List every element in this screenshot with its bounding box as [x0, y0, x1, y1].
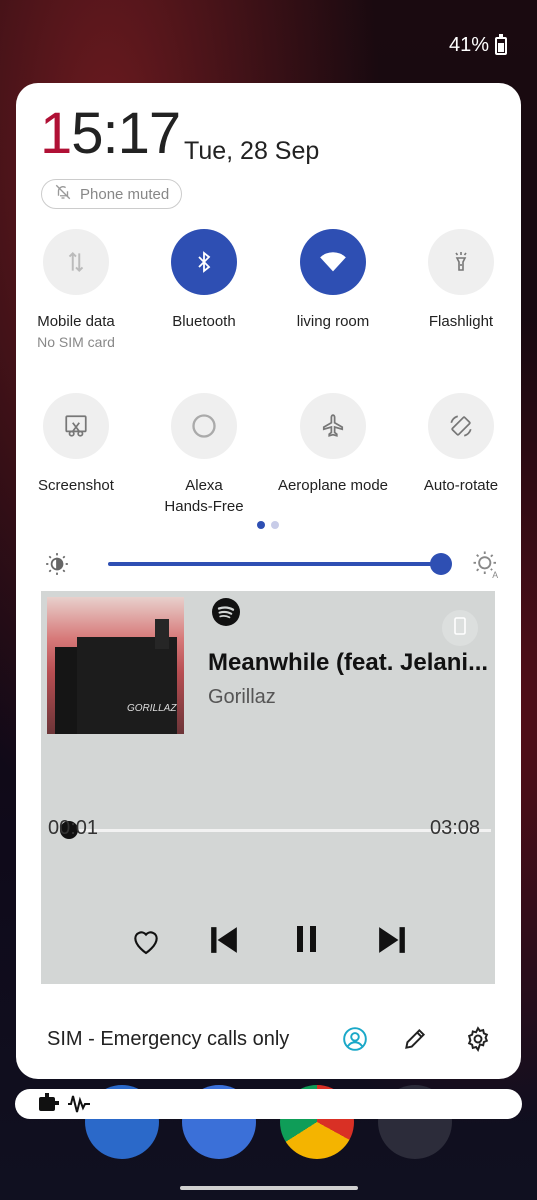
tile-auto-rotate[interactable]: Auto-rotate — [401, 393, 521, 496]
tile-wifi[interactable]: living room — [273, 229, 393, 332]
track-artist: Gorillaz — [208, 686, 276, 708]
alexa-icon — [171, 393, 237, 459]
date-label[interactable]: Tue, 28 Sep — [184, 137, 319, 166]
tile-screenshot[interactable]: Screenshot — [16, 393, 136, 496]
clock-first-digit: 1 — [40, 101, 72, 166]
flashlight-icon — [428, 229, 494, 295]
tile-label: Screenshot — [38, 477, 114, 494]
previous-track-icon[interactable] — [211, 925, 237, 960]
tile-bluetooth[interactable]: Bluetooth — [144, 229, 264, 332]
tile-mobile-data[interactable]: Mobile data No SIM card — [16, 229, 136, 352]
user-account-icon[interactable] — [342, 1026, 368, 1057]
edit-pencil-icon[interactable] — [402, 1026, 428, 1057]
settings-gear-icon[interactable] — [465, 1026, 491, 1057]
media-player-card[interactable]: GORILLAZ Meanwhile (feat. Jelani... Gori… — [41, 591, 495, 984]
pause-icon[interactable] — [296, 925, 318, 958]
clock-rest: 5:17 — [71, 101, 181, 166]
spotify-icon — [212, 598, 240, 631]
tile-label: Bluetooth — [172, 313, 236, 330]
waveform-icon — [67, 1093, 91, 1120]
wifi-icon — [300, 229, 366, 295]
track-title: Meanwhile (feat. Jelani... — [208, 649, 489, 676]
tile-sublabel: No SIM card — [37, 334, 115, 350]
ringer-status-chip[interactable]: Phone muted — [41, 179, 183, 209]
brightness-low-icon — [44, 551, 70, 582]
page-dot-active[interactable] — [257, 521, 265, 529]
plugin-icon — [37, 1091, 61, 1120]
tile-aeroplane-mode[interactable]: Aeroplane mode — [273, 393, 393, 496]
album-art: GORILLAZ — [47, 597, 184, 734]
status-bar: 41% — [448, 33, 507, 57]
quick-settings-panel: 15:17 Tue, 28 Sep Phone muted Mobile dat… — [16, 83, 521, 1079]
tile-label: Mobile data — [37, 313, 115, 330]
next-track-icon[interactable] — [379, 925, 405, 960]
bell-off-icon — [54, 183, 72, 205]
ringer-status-text: Phone muted — [80, 185, 170, 203]
page-indicator — [257, 521, 279, 529]
clock[interactable]: 15:17 — [40, 105, 181, 163]
page-dot[interactable] — [271, 521, 279, 529]
svg-text:A: A — [492, 570, 498, 579]
auto-brightness-icon[interactable]: A — [471, 549, 501, 584]
output-device-button[interactable] — [442, 610, 478, 646]
mobile-data-icon — [43, 229, 109, 295]
airplane-icon — [300, 393, 366, 459]
phone-output-icon — [453, 616, 467, 640]
brightness-slider-track[interactable] — [108, 562, 442, 566]
album-art-logo: GORILLAZ — [127, 703, 177, 714]
heart-icon[interactable] — [129, 925, 163, 962]
battery-icon — [495, 33, 507, 55]
tile-alexa[interactable]: Alexa Hands-Free — [144, 393, 264, 517]
tile-flashlight[interactable]: Flashlight — [401, 229, 521, 332]
tile-label: Alexa — [185, 477, 223, 494]
brightness-slider-thumb[interactable] — [430, 553, 452, 575]
total-time: 03:08 — [430, 817, 481, 839]
notification-icon-strip — [15, 1089, 522, 1119]
screenshot-icon — [43, 393, 109, 459]
tile-label: Auto-rotate — [423, 477, 499, 494]
auto-rotate-icon — [428, 393, 494, 459]
bluetooth-icon — [171, 229, 237, 295]
seek-bar[interactable] — [61, 829, 491, 832]
tile-label: Flashlight — [428, 313, 494, 330]
elapsed-time: 00:01 — [48, 817, 99, 839]
carrier-status: SIM - Emergency calls only — [47, 1028, 290, 1050]
home-indicator[interactable] — [180, 1186, 358, 1190]
tile-label: living room — [296, 313, 370, 330]
battery-percentage: 41% — [448, 34, 489, 56]
tile-label-line2: Hands-Free — [164, 498, 244, 515]
tile-label: Aeroplane mode — [277, 477, 389, 494]
